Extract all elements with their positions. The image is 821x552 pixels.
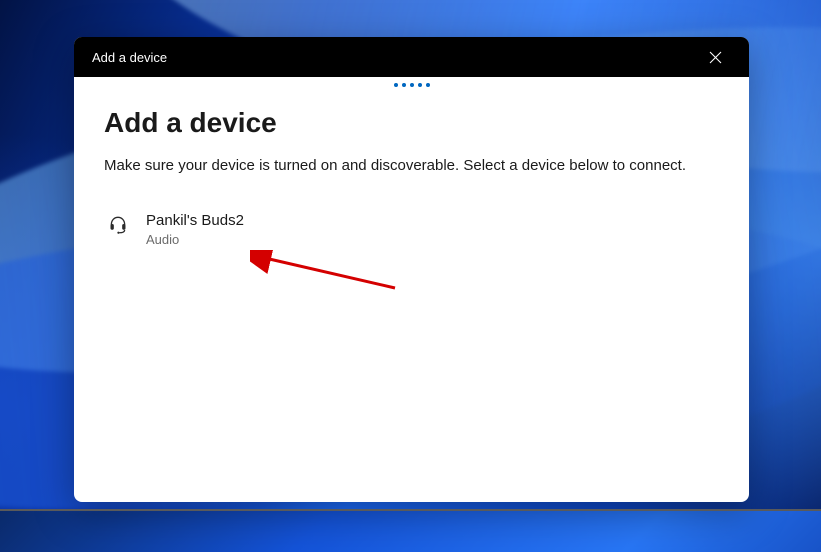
titlebar-title: Add a device <box>92 50 167 65</box>
device-name-label: Pankil's Buds2 <box>146 211 244 231</box>
dialog-description: Make sure your device is turned on and d… <box>104 155 719 177</box>
add-device-dialog: Add a device Add a device Make sure your… <box>74 37 749 502</box>
loading-indicator <box>74 77 749 91</box>
device-type-label: Audio <box>146 231 244 249</box>
device-list-item[interactable]: Pankil's Buds2 Audio <box>104 205 719 255</box>
close-icon <box>709 51 722 64</box>
titlebar: Add a device <box>74 37 749 77</box>
close-button[interactable] <box>695 37 735 77</box>
dialog-content: Add a device Make sure your device is tu… <box>74 91 749 255</box>
dialog-heading: Add a device <box>104 107 719 139</box>
headset-icon <box>108 214 128 234</box>
device-text: Pankil's Buds2 Audio <box>146 211 244 249</box>
